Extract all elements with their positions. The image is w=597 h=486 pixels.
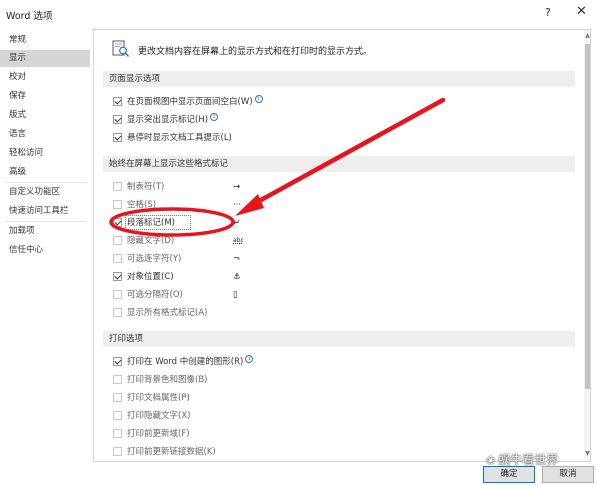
- info-icon[interactable]: i: [254, 95, 263, 103]
- help-button[interactable]: ?: [545, 6, 551, 19]
- sidebar-item-typography[interactable]: 版式: [0, 107, 90, 124]
- option-hidden-text[interactable]: 隐藏文字(D) abc: [113, 234, 253, 248]
- option-label: 悬停时显示文档工具提示(L): [127, 133, 232, 143]
- checkbox[interactable]: [113, 411, 122, 420]
- option-label: 打印前更新链接数据(K): [127, 447, 216, 457]
- checkbox[interactable]: [113, 254, 122, 263]
- option-paragraph-marks[interactable]: 段落标记(M) ↵: [113, 215, 253, 230]
- sidebar-item-accessibility[interactable]: 轻松访问: [0, 145, 90, 162]
- checkbox[interactable]: [113, 218, 122, 227]
- checkbox[interactable]: [113, 447, 122, 456]
- checkbox[interactable]: [113, 97, 122, 106]
- sidebar-item-add-ins[interactable]: 加载项: [0, 223, 90, 240]
- close-button[interactable]: ✕: [576, 4, 587, 19]
- title-bar: Word 选项 ? ✕: [0, 0, 597, 28]
- option-label: 显示所有格式标记(A): [127, 308, 208, 318]
- scrollbar-thumb[interactable]: [585, 44, 590, 389]
- sidebar: 常规 显示 校对 保存 版式 语言 轻松访问 高级 自定义功能区 快速访问工具栏…: [0, 28, 90, 486]
- checkbox[interactable]: [113, 182, 122, 191]
- anchor-icon: ⚓: [233, 272, 241, 282]
- option-label: 段落标记(M): [127, 218, 175, 228]
- checkbox[interactable]: [113, 133, 122, 142]
- option-optional-hyphens[interactable]: 可选连字符(Y) ¬: [113, 252, 253, 266]
- option-label: 可选连字符(Y): [127, 254, 182, 264]
- sidebar-item-advanced[interactable]: 高级: [0, 164, 90, 181]
- option-object-anchors[interactable]: 对象位置(C) ⚓: [113, 270, 253, 284]
- snail-logo-icon: ❀: [486, 454, 496, 467]
- section-page-display: 页面显示选项: [103, 71, 575, 87]
- tab-mark-icon: →: [233, 182, 241, 192]
- checkbox[interactable]: [113, 429, 122, 438]
- window-title: Word 选项: [6, 11, 53, 22]
- optional-hyphen-mark-icon: ¬: [233, 254, 241, 264]
- watermark-text: 蜗牛看世界: [498, 453, 559, 467]
- sidebar-item-display[interactable]: 显示: [0, 50, 90, 67]
- space-mark-icon: ···: [233, 200, 242, 210]
- sidebar-item-general[interactable]: 常规: [0, 32, 90, 49]
- watermark: ❀ 蜗牛看世界: [486, 451, 558, 468]
- option-show-all-marks[interactable]: 显示所有格式标记(A): [113, 306, 253, 320]
- option-label: 可选分隔符(O): [127, 290, 183, 300]
- option-label: 制表符(T): [127, 182, 165, 192]
- options-panel: 更改文档内容在屏幕上的显示方式和在打印时的显示方式。 页面显示选项 在页面视图中…: [93, 29, 591, 462]
- checkbox[interactable]: [113, 375, 122, 384]
- sidebar-item-trust-center[interactable]: 信任中心: [0, 242, 90, 259]
- option-label: 打印文档属性(P): [127, 393, 190, 403]
- checkbox[interactable]: [113, 308, 122, 317]
- option-label: 对象位置(C): [127, 272, 174, 282]
- sidebar-item-proofing[interactable]: 校对: [0, 69, 90, 86]
- checkbox[interactable]: [113, 115, 122, 124]
- option-label: 空格(S): [127, 200, 157, 210]
- paragraph-mark-icon: ↵: [233, 218, 241, 228]
- option-label: 打印在 Word 中创建的图形(R): [127, 357, 244, 367]
- checkbox[interactable]: [113, 393, 122, 402]
- checkbox[interactable]: [113, 200, 122, 209]
- option-optional-breaks[interactable]: 可选分隔符(O) ▯: [113, 288, 253, 302]
- optional-break-mark-icon: ▯: [233, 290, 238, 300]
- sidebar-item-language[interactable]: 语言: [0, 126, 90, 143]
- hidden-text-mark-icon: abc: [233, 237, 244, 244]
- option-label: 打印背景色和图像(B): [127, 375, 208, 385]
- document-magnifier-icon: [112, 40, 130, 57]
- option-label: 隐藏文字(D): [127, 236, 175, 246]
- scroll-up-arrow-icon[interactable]: ▲: [584, 32, 590, 39]
- ok-button[interactable]: 确定: [483, 466, 535, 483]
- option-label: 打印隐藏文字(X): [127, 411, 191, 421]
- option-label: 显示突出显示标记(H): [127, 115, 209, 125]
- sidebar-item-save[interactable]: 保存: [0, 88, 90, 105]
- option-label: 打印前更新域(F): [127, 429, 190, 439]
- section-print-options: 打印选项: [103, 331, 575, 347]
- checkbox[interactable]: [113, 290, 122, 299]
- info-icon[interactable]: i: [210, 113, 219, 121]
- checkbox[interactable]: [113, 236, 122, 245]
- checkbox[interactable]: [113, 272, 122, 281]
- scroll-down-arrow-icon[interactable]: ▼: [584, 450, 590, 457]
- sidebar-item-customize-ribbon[interactable]: 自定义功能区: [0, 184, 90, 201]
- section-formatting-marks: 始终在屏幕上显示这些格式标记: [103, 156, 575, 172]
- cancel-button[interactable]: 取消: [542, 466, 594, 483]
- option-tab-characters[interactable]: 制表符(T) →: [113, 180, 253, 194]
- sidebar-item-quick-access-toolbar[interactable]: 快速访问工具栏: [0, 203, 90, 220]
- checkbox[interactable]: [113, 357, 122, 366]
- option-label: 在页面视图中显示页面间空白(W): [127, 97, 253, 107]
- info-icon[interactable]: i: [245, 355, 254, 363]
- vertical-scrollbar[interactable]: ▲ ▼: [584, 30, 590, 461]
- sidebar-divider: [5, 221, 87, 222]
- intro-text: 更改文档内容在屏幕上的显示方式和在打印时的显示方式。: [138, 47, 373, 57]
- sidebar-divider: [5, 182, 87, 183]
- option-spaces[interactable]: 空格(S) ···: [113, 198, 253, 212]
